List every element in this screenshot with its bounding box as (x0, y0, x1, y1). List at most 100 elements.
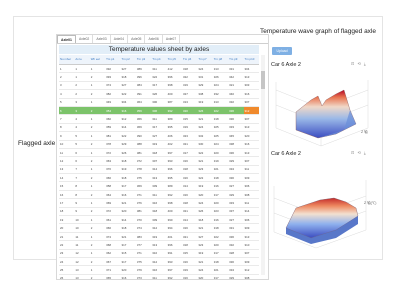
scrollbar-thumb[interactable] (261, 71, 265, 89)
table-cell: 4 (74, 114, 90, 124)
table-row[interactable]: 26 13 2 365 316 373 311 392 316 320 317 329 308 (59, 274, 259, 279)
table-row[interactable]: 4 2 2 382 322 391 326 400 327 338 332 340 316 (59, 89, 259, 99)
table-cell: 309 (243, 223, 259, 233)
table-cell: 324 (197, 265, 213, 275)
table-body: 1 1 1 392 327 389 311 412 318 324 313 331 304 2 1 2 393 3… (59, 64, 259, 279)
table-cell: 312 (151, 223, 167, 233)
table-cell: 2 (89, 207, 106, 217)
table-cell: 359 (105, 123, 121, 133)
chart-toolbox-1[interactable]: ⊡ ⟲ ⤓ (351, 61, 367, 66)
table-row[interactable]: 15 8 1 358 317 369 309 389 314 319 316 327 306 (59, 181, 259, 191)
table-cell: 327 (182, 89, 198, 99)
table-row[interactable]: 23 12 1 362 315 371 310 391 315 319 317 328 307 (59, 249, 259, 259)
table-row[interactable]: 3 2 1 374 327 384 317 398 319 329 324 321 303 (59, 81, 259, 91)
column-header[interactable]: Tm p5 (166, 55, 182, 65)
table-cell: 300 (151, 98, 167, 107)
tab-axle04[interactable]: Axle04 (111, 35, 129, 43)
table-row[interactable]: 5 3 1 349 304 364 300 387 313 319 313 332 307 (59, 98, 259, 107)
table-cell: 326 (197, 106, 213, 116)
column-header[interactable]: Tm p7 (197, 55, 213, 65)
table-cell: 320 (243, 131, 259, 141)
table-cell: 327 (197, 232, 213, 242)
column-header[interactable]: Tm p4 (151, 55, 167, 65)
table-row[interactable]: 12 6 2 363 318 372 307 393 316 321 319 329 307 (59, 156, 259, 166)
column-header[interactable]: Tm p10 (243, 55, 259, 65)
table-row[interactable]: 6 3 2 354 316 359 306 392 320 326 322 336 312 (59, 106, 259, 116)
table-cell: 318 (120, 223, 136, 233)
table-cell: 311 (243, 198, 259, 208)
table-row[interactable]: 7 4 1 360 312 366 311 389 315 321 318 330 307 (59, 114, 259, 124)
table-row[interactable]: 8 4 2 359 314 369 317 395 319 324 325 333 313 (59, 123, 259, 133)
table-cell: 318 (120, 156, 136, 166)
column-header[interactable]: Tm p8 (212, 55, 229, 65)
table-row[interactable]: 10 5 2 378 329 388 319 402 321 330 324 338 316 (59, 140, 259, 149)
table-scrollbar[interactable] (261, 55, 265, 275)
table-cell: 389 (166, 181, 182, 191)
tab-axle02[interactable]: Axle02 (76, 35, 94, 43)
upload-button[interactable]: Upload (272, 47, 292, 55)
table-row[interactable]: 25 13 1 371 320 379 316 397 319 324 321 334 312 (59, 265, 259, 275)
table-cell: 387 (166, 98, 182, 107)
table-row[interactable]: 21 11 1 374 321 383 319 401 321 327 322 336 313 (59, 232, 259, 242)
table-cell: 362 (105, 249, 121, 259)
table-cell: 306 (243, 215, 259, 225)
chart-toolbox-2[interactable]: ⊡ ⟲ ⤓ (351, 150, 367, 155)
table-cell: 392 (166, 190, 182, 200)
table-row[interactable]: 11 6 1 372 326 381 318 397 317 322 320 336 313 (59, 148, 259, 158)
table-cell: 9 (59, 131, 75, 141)
table-row[interactable]: 13 7 1 370 319 378 314 396 318 323 321 334 311 (59, 165, 259, 175)
table-cell: 393 (166, 156, 182, 166)
table-row[interactable]: 19 10 1 361 314 370 309 390 314 318 316 327 306 (59, 215, 259, 225)
table-cell: 11 (74, 232, 90, 242)
surface-plot-1[interactable]: Z 轴 (266, 70, 382, 156)
table-row[interactable]: 9 5 1 381 322 390 327 406 323 332 325 345 320 (59, 131, 259, 141)
table-cell: 398 (166, 198, 182, 208)
table-cell: 306 (243, 181, 259, 191)
table-cell: 378 (105, 140, 121, 149)
table-cell: 4 (59, 89, 75, 99)
table-cell: 340 (228, 89, 244, 99)
column-header[interactable]: Tm p3 (135, 55, 152, 65)
tab-axle06[interactable]: Axle06 (145, 35, 163, 43)
table-row[interactable]: 2 1 2 393 318 396 322 396 322 331 326 342 313 (59, 72, 259, 82)
table-cell: 318 (212, 257, 229, 267)
table-cell: 316 (120, 274, 136, 279)
table-cell: 1 (89, 265, 106, 275)
table-cell: 314 (182, 215, 198, 225)
table-cell: 9 (74, 198, 90, 208)
table-cell: 376 (135, 198, 152, 208)
column-header[interactable]: Tm p9 (228, 55, 244, 65)
column-header[interactable]: Tm p6 (182, 55, 198, 65)
column-header[interactable]: Ax le (74, 55, 90, 65)
table-row[interactable]: 1 1 1 392 327 389 311 412 318 324 313 331 304 (59, 64, 259, 74)
table-row[interactable]: 22 11 2 368 317 377 313 396 318 323 320 332 310 (59, 240, 259, 250)
tab-axle05[interactable]: Axle05 (128, 35, 146, 43)
column-header[interactable]: Tm p1 (105, 55, 121, 65)
table-cell: 312 (120, 114, 136, 124)
table-row[interactable]: 17 9 1 369 321 376 316 398 318 324 320 333 311 (59, 198, 259, 208)
column-header[interactable]: Tm p2 (120, 55, 136, 65)
table-cell: 2 (89, 140, 106, 149)
column-header[interactable]: Wh eel (89, 55, 106, 65)
table-row[interactable]: 24 12 2 367 317 375 312 393 316 321 318 330 309 (59, 257, 259, 267)
tab-axle07[interactable]: Axle07 (163, 35, 181, 43)
table-cell: 2 (89, 89, 106, 99)
table-row[interactable]: 16 8 2 364 316 371 311 392 316 320 317 329 308 (59, 190, 259, 200)
table-header-row: Nu mber Ax le Wh eel Tm p1 Tm p2 Tm p3 Tm p4 Tm… (59, 55, 259, 65)
table-row[interactable]: 14 7 2 366 318 375 313 395 316 322 318 330 309 (59, 173, 259, 183)
table-cell: 371 (135, 190, 152, 200)
tab-axle01[interactable]: Axle01 (57, 35, 76, 43)
tab-axle03[interactable]: Axle03 (93, 35, 111, 43)
table-cell: 8 (74, 190, 90, 200)
table-cell: 13 (74, 274, 90, 279)
table-cell: 309 (243, 257, 259, 267)
table-cell: 379 (135, 265, 152, 275)
table-cell: 17 (59, 198, 75, 208)
table-row[interactable]: 20 10 2 366 318 374 312 394 316 321 318 331 309 (59, 223, 259, 233)
table-row[interactable]: 18 9 2 372 320 381 318 400 321 326 323 337 314 (59, 207, 259, 217)
table-cell: 312 (151, 257, 167, 267)
table-cell: 374 (105, 81, 121, 91)
table-cell: 311 (151, 64, 167, 74)
surface-plot-2[interactable]: Z 轴(℃) (266, 158, 382, 258)
column-header[interactable]: Nu mber (59, 55, 75, 65)
